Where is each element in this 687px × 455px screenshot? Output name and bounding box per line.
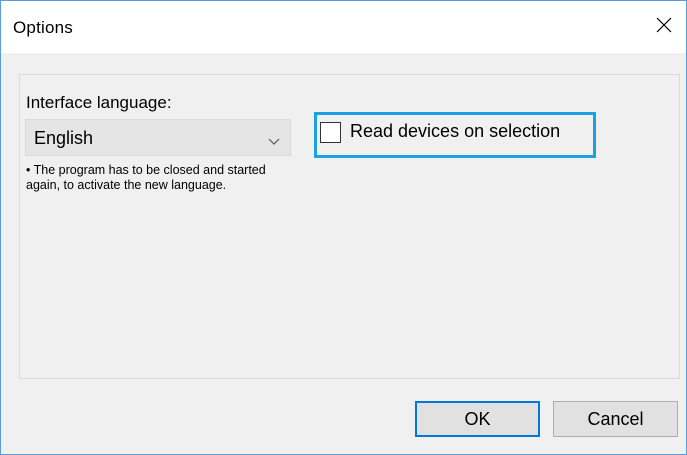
interface-language-label: Interface language: xyxy=(26,93,172,112)
interface-language-dropdown[interactable]: English xyxy=(25,119,291,156)
close-icon xyxy=(655,16,673,34)
cancel-button[interactable]: Cancel xyxy=(553,401,678,437)
interface-language-value: English xyxy=(34,128,94,148)
chevron-down-icon xyxy=(268,133,280,151)
language-restart-note: • The program has to be closed and start… xyxy=(26,163,266,192)
options-dialog: Options Interface language: English • Th… xyxy=(0,0,687,455)
read-devices-label[interactable]: Read devices on selection xyxy=(350,121,560,142)
close-button[interactable] xyxy=(642,5,686,45)
ok-button[interactable]: OK xyxy=(415,401,540,437)
read-devices-checkbox[interactable] xyxy=(320,122,341,143)
dialog-title: Options xyxy=(13,18,73,37)
title-bar: Options xyxy=(1,1,686,53)
